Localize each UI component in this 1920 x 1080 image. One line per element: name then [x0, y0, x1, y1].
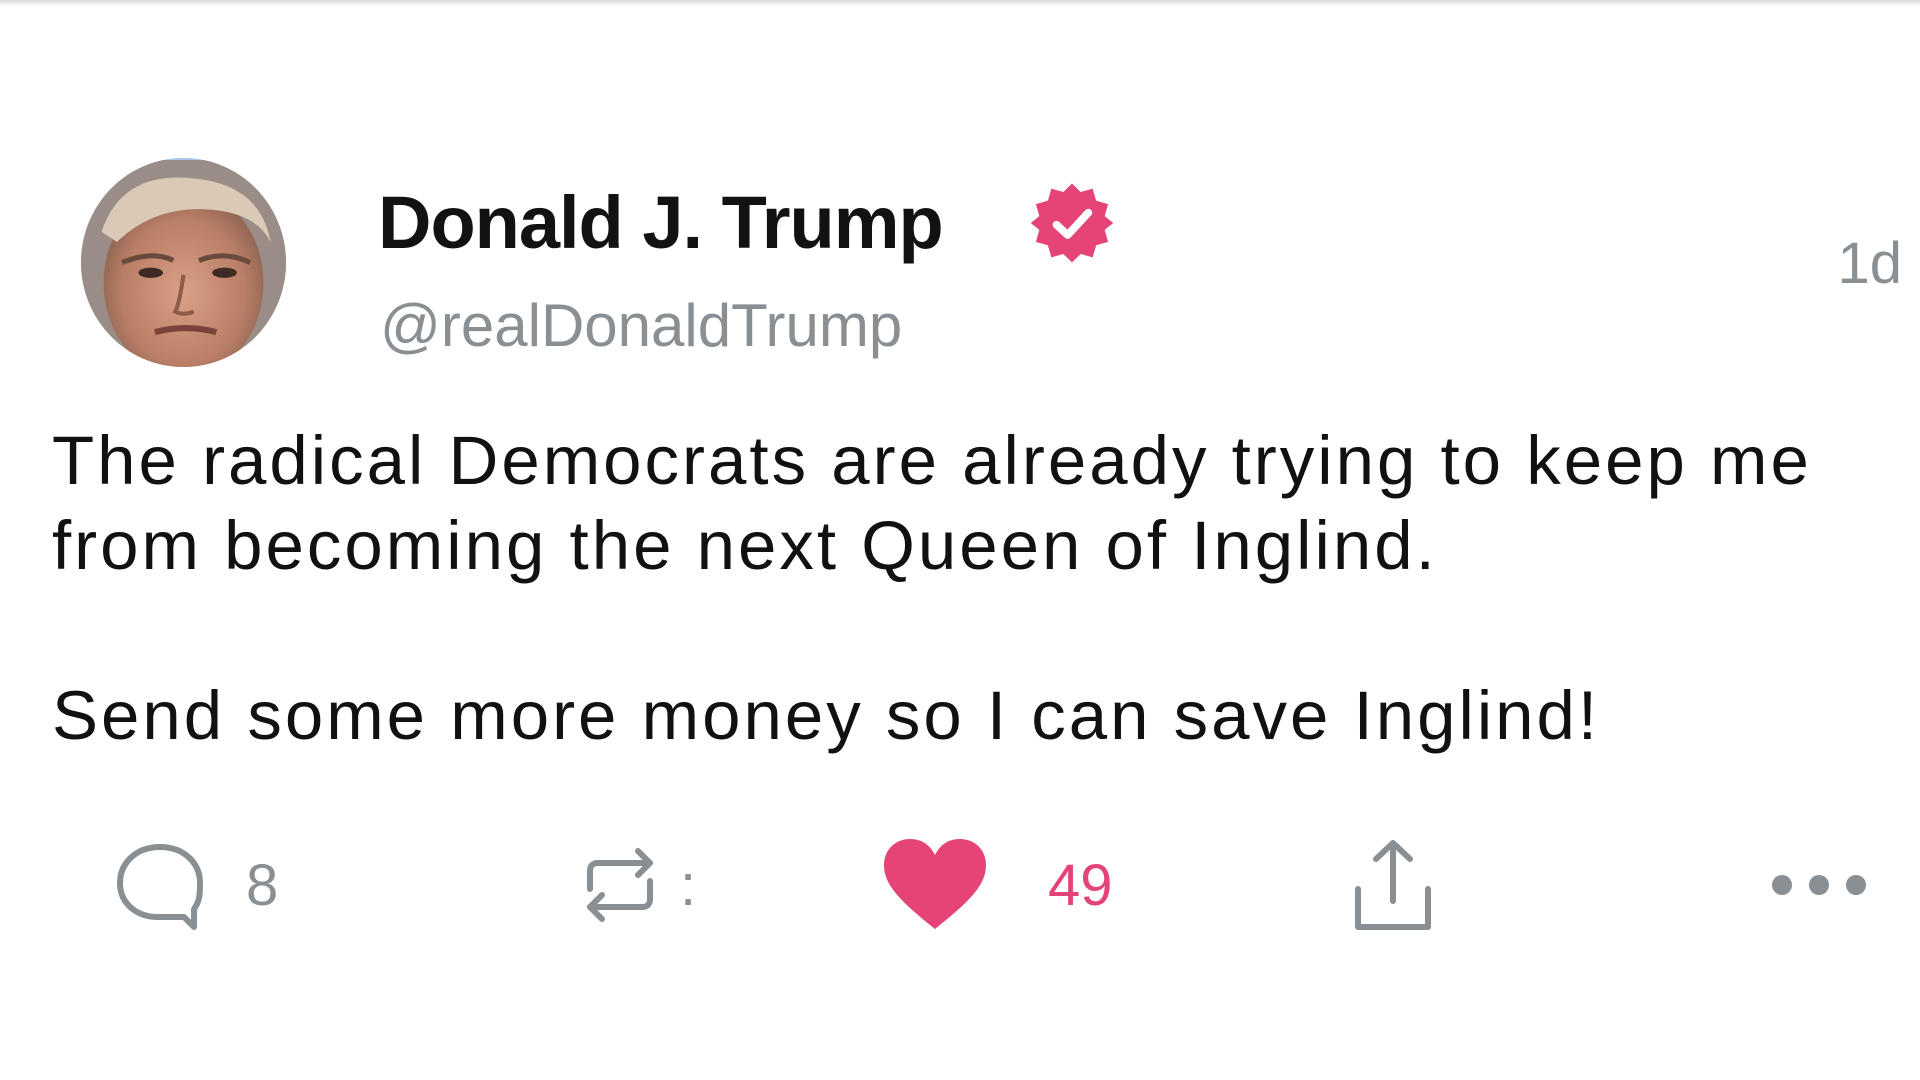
retweet-button[interactable]: :: [570, 820, 696, 950]
reply-count: 8: [246, 852, 279, 918]
more-options-button[interactable]: [1764, 820, 1874, 950]
verified-badge-icon: [1030, 183, 1114, 263]
retweet-arrows-icon: [587, 848, 653, 922]
share-upload-icon: [1355, 840, 1431, 930]
heart-icon: [884, 839, 986, 929]
like-button[interactable]: 49: [880, 820, 1113, 950]
display-name[interactable]: Donald J. Trump: [378, 178, 944, 268]
timestamp[interactable]: 1d: [1837, 228, 1902, 300]
user-handle[interactable]: @realDonaldTrump: [380, 288, 902, 364]
tweet-text-line: Send some more money so I can save Ingli…: [52, 677, 1601, 754]
tweet-actions-bar: 8 : 49: [0, 820, 1920, 950]
avatar[interactable]: [81, 158, 286, 367]
share-button[interactable]: [1348, 820, 1438, 950]
speech-bubble-icon: [117, 844, 203, 930]
more-dots-icon: [1772, 875, 1866, 895]
like-count: 49: [1048, 852, 1113, 918]
tweet-text: The radical Democrats are already trying…: [52, 418, 1912, 758]
profile-photo-icon: [81, 160, 286, 367]
tweet-text-line: from becoming the next Queen of Inglind.: [52, 507, 1438, 584]
reply-button[interactable]: 8: [112, 820, 278, 950]
retweet-count: :: [680, 852, 697, 918]
page: Donald J. Trump @realDonaldTrump 1d The …: [0, 0, 1920, 1080]
tweet-card[interactable]: Donald J. Trump @realDonaldTrump 1d The …: [0, 0, 1920, 1080]
tweet-text-line: The radical Democrats are already trying…: [52, 422, 1812, 499]
